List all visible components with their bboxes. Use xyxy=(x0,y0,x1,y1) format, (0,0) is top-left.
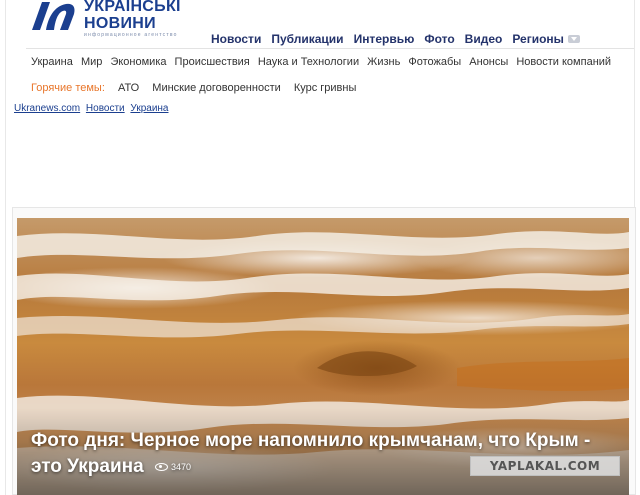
hot-topic-minsk[interactable]: Минские договоренности xyxy=(152,82,280,94)
section-economy[interactable]: Экономика xyxy=(110,56,166,68)
hero-photo[interactable]: Фото дня: Черное море напомнило крымчана… xyxy=(17,218,629,495)
breadcrumb-home[interactable]: Ukranews.com xyxy=(14,103,80,114)
logo-line1: УКРАЇНСЬКІ xyxy=(84,0,181,15)
breadcrumb-ukraine[interactable]: Украина xyxy=(130,103,168,114)
site-logo[interactable]: УКРАЇНСЬКІ НОВИНИ информационное агентст… xyxy=(26,0,196,40)
nav-regions[interactable]: Регионы xyxy=(512,31,564,47)
section-life[interactable]: Жизнь xyxy=(367,56,400,68)
section-nav: Украина Мир Экономика Происшествия Наука… xyxy=(31,56,616,68)
logo-text: УКРАЇНСЬКІ НОВИНИ xyxy=(84,0,181,32)
logo-subtitle: информационное агентство xyxy=(84,32,178,38)
section-announcements[interactable]: Анонсы xyxy=(469,56,508,68)
section-science[interactable]: Наука и Технологии xyxy=(258,56,359,68)
logo-mark-icon xyxy=(32,2,75,30)
nav-photo[interactable]: Фото xyxy=(424,31,454,47)
nav-news[interactable]: Новости xyxy=(211,31,261,47)
section-company-news[interactable]: Новости компаний xyxy=(516,56,611,68)
hot-topics: Горячие темы: АТО Минские договоренности… xyxy=(31,82,366,94)
header-divider xyxy=(26,48,634,49)
page-border-left xyxy=(5,0,6,495)
breadcrumb-news[interactable]: Новости xyxy=(86,103,125,114)
logo-line2: НОВИНИ xyxy=(84,15,156,32)
hot-topics-label: Горячие темы: xyxy=(31,82,105,94)
nav-interviews[interactable]: Интервью xyxy=(354,31,415,47)
nav-publications[interactable]: Публикации xyxy=(271,31,343,47)
view-count: 3470 xyxy=(154,454,191,480)
section-photojokes[interactable]: Фотожабы xyxy=(408,56,461,68)
main-nav: Новости Публикации Интервью Фото Видео Р… xyxy=(211,31,580,47)
section-incidents[interactable]: Происшествия xyxy=(175,56,250,68)
chevron-down-icon[interactable] xyxy=(567,35,580,43)
eye-icon xyxy=(154,463,168,471)
breadcrumb: Ukranews.com Новости Украина xyxy=(14,103,172,114)
hot-topic-hryvnia[interactable]: Курс гривны xyxy=(294,82,357,94)
nav-video[interactable]: Видео xyxy=(465,31,503,47)
hero-article-card[interactable]: Фото дня: Черное море напомнило крымчана… xyxy=(12,207,636,495)
section-world[interactable]: Мир xyxy=(81,56,102,68)
hot-topic-ato[interactable]: АТО xyxy=(118,82,139,94)
watermark: YAPLAKAL.COM xyxy=(470,456,620,476)
section-ukraine[interactable]: Украина xyxy=(31,56,73,68)
view-count-value: 3470 xyxy=(170,462,191,472)
